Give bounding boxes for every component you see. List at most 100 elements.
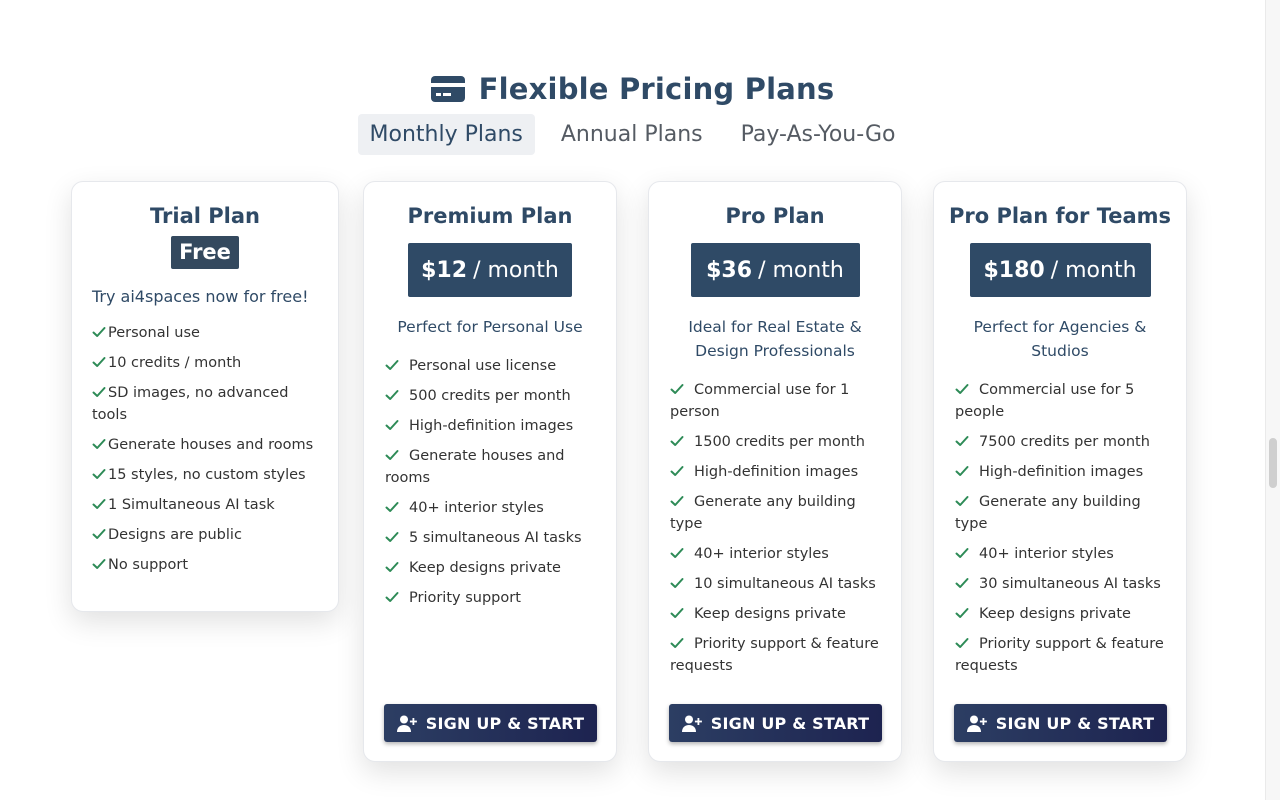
feature-list: Commercial use for 5 people 7500 credits … — [955, 379, 1168, 677]
check-icon — [955, 436, 969, 446]
check-icon — [92, 499, 106, 509]
feature-text: Generate any building type — [955, 494, 1141, 532]
feature-item: Generate houses and rooms — [385, 445, 598, 489]
plan-tagline: Perfect for Agencies & Studios — [973, 318, 1147, 360]
feature-item: 40+ interior styles — [670, 543, 883, 565]
tab-annual-plans[interactable]: Annual Plans — [549, 114, 715, 155]
feature-item: Commercial use for 5 people — [955, 379, 1168, 423]
feature-item: Priority support & feature requests — [955, 633, 1168, 677]
price-amount: $36 — [706, 257, 753, 283]
check-icon — [670, 436, 684, 446]
feature-text: 10 simultaneous AI tasks — [694, 576, 876, 592]
check-icon — [385, 450, 399, 460]
feature-item: 1500 credits per month — [670, 431, 883, 453]
signup-button-label: SIGN UP & START — [710, 713, 870, 733]
feature-item: Designs are public — [92, 524, 318, 546]
feature-text: Keep designs private — [979, 606, 1131, 622]
scrollbar-thumb[interactable] — [1269, 438, 1277, 488]
feature-item: 40+ interior styles — [955, 543, 1168, 565]
price-badge: $12 / month — [408, 243, 572, 297]
feature-text: Priority support — [409, 590, 521, 606]
check-icon — [955, 496, 969, 506]
check-icon — [670, 496, 684, 506]
page-title-text: Flexible Pricing Plans — [478, 72, 835, 106]
feature-text: 5 simultaneous AI tasks — [409, 530, 582, 546]
check-icon — [670, 608, 684, 618]
feature-item: Priority support — [385, 587, 598, 609]
feature-text: 10 credits / month — [108, 355, 242, 371]
feature-text: 500 credits per month — [409, 388, 571, 404]
feature-item: 5 simultaneous AI tasks — [385, 527, 598, 549]
credit-card-icon — [430, 76, 465, 102]
check-icon — [670, 638, 684, 648]
signup-button-premium[interactable]: SIGN UP & START — [384, 704, 597, 742]
check-icon — [670, 548, 684, 558]
feature-text: No support — [108, 557, 188, 573]
feature-item: Generate any building type — [670, 491, 883, 535]
check-icon — [385, 420, 399, 430]
price-period: / month — [1050, 257, 1137, 283]
plan-card-trial: Trial Plan Free Try ai4spaces now for fr… — [71, 181, 339, 612]
check-icon — [92, 327, 106, 337]
price-badge: $36 / month — [690, 243, 860, 297]
signup-button-label: SIGN UP & START — [425, 713, 585, 733]
feature-item: SD images, no advanced tools — [92, 382, 318, 426]
feature-text: Generate houses and rooms — [108, 437, 314, 453]
check-icon — [670, 384, 684, 394]
check-icon — [955, 608, 969, 618]
feature-item: Personal use license — [385, 355, 598, 377]
feature-item: Commercial use for 1 person — [670, 379, 883, 423]
feature-item: High-definition images — [670, 461, 883, 483]
check-icon — [92, 529, 106, 539]
feature-item: No support — [92, 554, 318, 576]
feature-list: Personal use license 500 credits per mont… — [385, 355, 598, 609]
price-period: / month — [758, 257, 844, 283]
pricing-header: Flexible Pricing Plans — [0, 72, 1265, 106]
feature-text: 1500 credits per month — [694, 434, 865, 450]
signup-button-teams[interactable]: SIGN UP & START — [954, 704, 1167, 742]
check-icon — [955, 384, 969, 394]
feature-text: Priority support & feature requests — [955, 636, 1164, 674]
check-icon — [670, 578, 684, 588]
feature-text: SD images, no advanced tools — [92, 385, 289, 423]
tab-monthly-plans[interactable]: Monthly Plans — [357, 114, 535, 155]
check-icon — [385, 532, 399, 542]
check-icon — [92, 387, 106, 397]
plan-card-premium: Premium Plan $12 / month Perfect for Per… — [363, 181, 617, 762]
check-icon — [955, 638, 969, 648]
feature-text: Personal use license — [409, 358, 557, 374]
feature-item: High-definition images — [955, 461, 1168, 483]
feature-text: High-definition images — [694, 464, 859, 480]
feature-text: 40+ interior styles — [694, 546, 829, 562]
price-badge: Free — [171, 236, 239, 269]
check-icon — [385, 390, 399, 400]
plan-tagline: Ideal for Real Estate & Design Professio… — [688, 318, 862, 360]
feature-item: Personal use — [92, 322, 318, 344]
feature-item: 30 simultaneous AI tasks — [955, 573, 1168, 595]
feature-text: 7500 credits per month — [979, 434, 1150, 450]
signup-button-pro[interactable]: SIGN UP & START — [669, 704, 882, 742]
feature-text: 40+ interior styles — [409, 500, 544, 516]
plan-name: Pro Plan for Teams — [948, 204, 1172, 228]
plan-tagline: Perfect for Personal Use — [397, 318, 583, 336]
price-amount: $180 — [983, 257, 1045, 283]
feature-item: 500 credits per month — [385, 385, 598, 407]
plan-card-teams: Pro Plan for Teams $180 / month Perfect … — [933, 181, 1187, 762]
feature-text: 40+ interior styles — [979, 546, 1114, 562]
feature-list: Personal use 10 credits / month SD images,… — [92, 322, 318, 576]
feature-list: Commercial use for 1 person 1500 credits … — [670, 379, 883, 677]
feature-item: 7500 credits per month — [955, 431, 1168, 453]
feature-item: Keep designs private — [670, 603, 883, 625]
feature-item: Priority support & feature requests — [670, 633, 883, 677]
check-icon — [92, 357, 106, 367]
feature-text: 15 styles, no custom styles — [108, 467, 306, 483]
tab-pay-as-you-go[interactable]: Pay-As-You-Go — [729, 114, 908, 155]
check-icon — [955, 548, 969, 558]
plan-name: Trial Plan — [150, 204, 260, 228]
price-amount: $12 — [421, 257, 468, 283]
check-icon — [385, 562, 399, 572]
check-icon — [670, 466, 684, 476]
feature-text: Keep designs private — [409, 560, 561, 576]
page-scrollbar[interactable] — [1265, 0, 1280, 800]
plan-name: Premium Plan — [407, 204, 573, 228]
